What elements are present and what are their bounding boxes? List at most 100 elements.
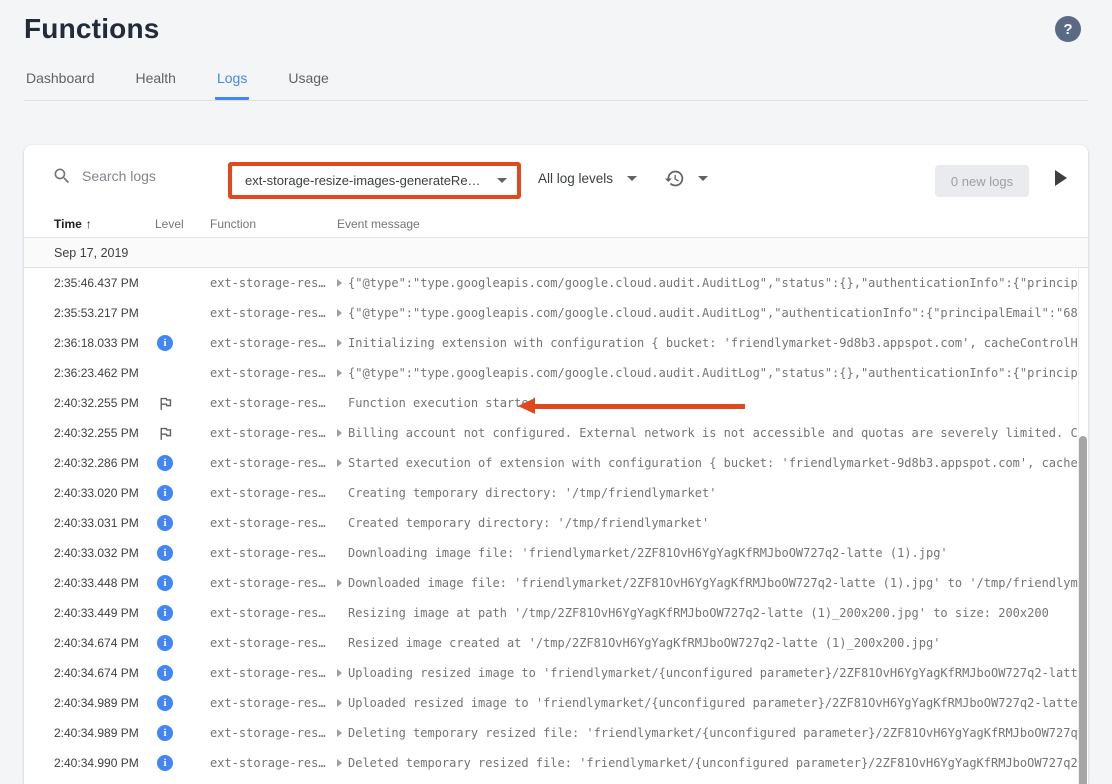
log-function: ext-storage-res…	[210, 546, 337, 560]
logs-toolbar: Search logs ext-storage-resize-images-ge…	[24, 145, 1088, 211]
log-time: 2:40:33.020 PM	[54, 486, 155, 500]
date-group-row: Sep 17, 2019	[24, 238, 1088, 268]
info-icon: i	[157, 665, 173, 681]
log-row[interactable]: 2:40:34.990 PM i ext-storage-res… Delete…	[24, 748, 1088, 778]
log-message: Downloaded image file: 'friendlymarket/2…	[348, 576, 1088, 590]
log-time: 2:35:53.217 PM	[54, 306, 155, 320]
play-icon	[1055, 170, 1067, 186]
log-function: ext-storage-res…	[210, 576, 337, 590]
expand-row-icon[interactable]	[337, 369, 348, 377]
info-icon: i	[157, 695, 173, 711]
log-message: Initializing extension with configuratio…	[348, 336, 1088, 350]
info-icon: i	[157, 515, 173, 531]
info-icon: i	[157, 335, 173, 351]
log-message: Deleting temporary resized file: 'friend…	[348, 726, 1088, 740]
expand-row-icon[interactable]	[337, 729, 348, 737]
info-icon: i	[157, 575, 173, 591]
log-message: Function execution started	[348, 396, 536, 410]
log-message: Uploading resized image to 'friendlymark…	[348, 666, 1088, 680]
scrollbar-thumb[interactable]	[1079, 436, 1087, 784]
log-row[interactable]: 2:36:18.033 PM i ext-storage-res… Initia…	[24, 328, 1088, 358]
log-row[interactable]: 2:35:53.217 PM i ext-storage-res… {"@typ…	[24, 298, 1088, 328]
log-function: ext-storage-res…	[210, 666, 337, 680]
log-row[interactable]: 2:40:33.032 PM i ext-storage-res… Downlo…	[24, 538, 1088, 568]
page-title: Functions	[24, 13, 1088, 45]
search-input[interactable]: Search logs	[52, 166, 156, 186]
expand-row-icon[interactable]	[337, 399, 348, 407]
info-icon: i	[157, 545, 173, 561]
log-row[interactable]: 2:40:34.989 PM i ext-storage-res… Deleti…	[24, 718, 1088, 748]
expand-row-icon[interactable]	[337, 429, 348, 437]
time-range-dropdown[interactable]	[664, 145, 708, 211]
log-function: ext-storage-res…	[210, 426, 337, 440]
expand-row-icon[interactable]	[337, 489, 348, 497]
log-row[interactable]: 2:40:33.031 PM i ext-storage-res… Create…	[24, 508, 1088, 538]
log-time: 2:40:33.031 PM	[54, 516, 155, 530]
log-row[interactable]: 2:36:23.462 PM i ext-storage-res… {"@typ…	[24, 358, 1088, 388]
log-level-filter-dropdown[interactable]: All log levels	[538, 145, 637, 211]
log-level-filter-value: All log levels	[538, 171, 613, 186]
expand-row-icon[interactable]	[337, 669, 348, 677]
expand-row-icon[interactable]	[337, 459, 348, 467]
expand-row-icon[interactable]	[337, 639, 348, 647]
log-row[interactable]: 2:40:32.286 PM i ext-storage-res… Starte…	[24, 448, 1088, 478]
log-message: Started execution of extension with conf…	[348, 456, 1088, 470]
expand-row-icon[interactable]	[337, 309, 348, 317]
expand-row-icon[interactable]	[337, 549, 348, 557]
log-message: {"@type":"type.googleapis.com/google.clo…	[348, 366, 1088, 380]
log-row[interactable]: 2:40:34.674 PM i ext-storage-res… Resize…	[24, 628, 1088, 658]
log-row[interactable]: 2:35:46.437 PM i ext-storage-res… {"@typ…	[24, 268, 1088, 298]
log-function: ext-storage-res…	[210, 306, 337, 320]
tab-usage[interactable]: Usage	[286, 64, 330, 100]
log-message: {"@type":"type.googleapis.com/google.clo…	[348, 306, 1088, 320]
log-function: ext-storage-res…	[210, 726, 337, 740]
tab-bar: Dashboard Health Logs Usage	[24, 58, 1088, 101]
info-icon: i	[157, 725, 173, 741]
logs-panel: Search logs ext-storage-resize-images-ge…	[24, 145, 1088, 784]
search-placeholder: Search logs	[82, 168, 156, 184]
log-row[interactable]: 2:40:34.989 PM i ext-storage-res… Upload…	[24, 688, 1088, 718]
log-message: Downloading image file: 'friendlymarket/…	[348, 546, 948, 560]
function-filter-dropdown[interactable]: ext-storage-resize-images-generateRe…	[228, 162, 521, 199]
log-message: Billing account not configured. External…	[348, 426, 1088, 440]
log-row[interactable]: 2:40:34.674 PM i ext-storage-res… Upload…	[24, 658, 1088, 688]
tab-health[interactable]: Health	[134, 64, 178, 100]
stream-logs-play-button[interactable]	[1055, 169, 1073, 187]
new-logs-button[interactable]: 0 new logs	[935, 165, 1029, 197]
log-time: 2:40:32.255 PM	[54, 396, 155, 410]
expand-row-icon[interactable]	[337, 279, 348, 287]
log-message: Deleted temporary resized file: 'friendl…	[348, 756, 1088, 770]
log-time: 2:40:32.286 PM	[54, 456, 155, 470]
column-header-function: Function	[210, 217, 337, 231]
log-row[interactable]: 2:40:33.020 PM i ext-storage-res… Creati…	[24, 478, 1088, 508]
function-filter-value: ext-storage-resize-images-generateRe…	[245, 173, 481, 188]
log-time: 2:40:33.449 PM	[54, 606, 155, 620]
log-time: 2:40:34.989 PM	[54, 696, 155, 710]
arrow-drop-down-icon	[698, 176, 708, 181]
log-message: Creating temporary directory: '/tmp/frie…	[348, 486, 716, 500]
log-row[interactable]: 2:40:32.255 PM i ext-storage-res… Functi…	[24, 388, 1088, 418]
column-header-event-message: Event message	[337, 217, 1088, 231]
log-row[interactable]: 2:40:33.449 PM i ext-storage-res… Resizi…	[24, 598, 1088, 628]
expand-row-icon[interactable]	[337, 609, 348, 617]
info-icon: i	[157, 635, 173, 651]
tab-dashboard[interactable]: Dashboard	[24, 64, 97, 100]
log-time: 2:35:46.437 PM	[54, 276, 155, 290]
log-row[interactable]: 2:40:33.448 PM i ext-storage-res… Downlo…	[24, 568, 1088, 598]
app-header: Functions ?	[0, 0, 1112, 58]
help-icon[interactable]: ?	[1055, 16, 1081, 42]
log-function: ext-storage-res…	[210, 756, 337, 770]
log-row[interactable]: 2:40:32.255 PM i ext-storage-res… Billin…	[24, 418, 1088, 448]
expand-row-icon[interactable]	[337, 519, 348, 527]
column-header-time[interactable]: Time↑	[54, 217, 155, 231]
expand-row-icon[interactable]	[337, 579, 348, 587]
expand-row-icon[interactable]	[337, 759, 348, 767]
tab-logs[interactable]: Logs	[215, 64, 249, 100]
expand-row-icon[interactable]	[337, 699, 348, 707]
log-time: 2:40:33.448 PM	[54, 576, 155, 590]
table-header: Time↑ Level Function Event message	[24, 211, 1088, 238]
log-function: ext-storage-res…	[210, 516, 337, 530]
info-icon: i	[157, 755, 173, 771]
log-function: ext-storage-res…	[210, 396, 337, 410]
expand-row-icon[interactable]	[337, 339, 348, 347]
